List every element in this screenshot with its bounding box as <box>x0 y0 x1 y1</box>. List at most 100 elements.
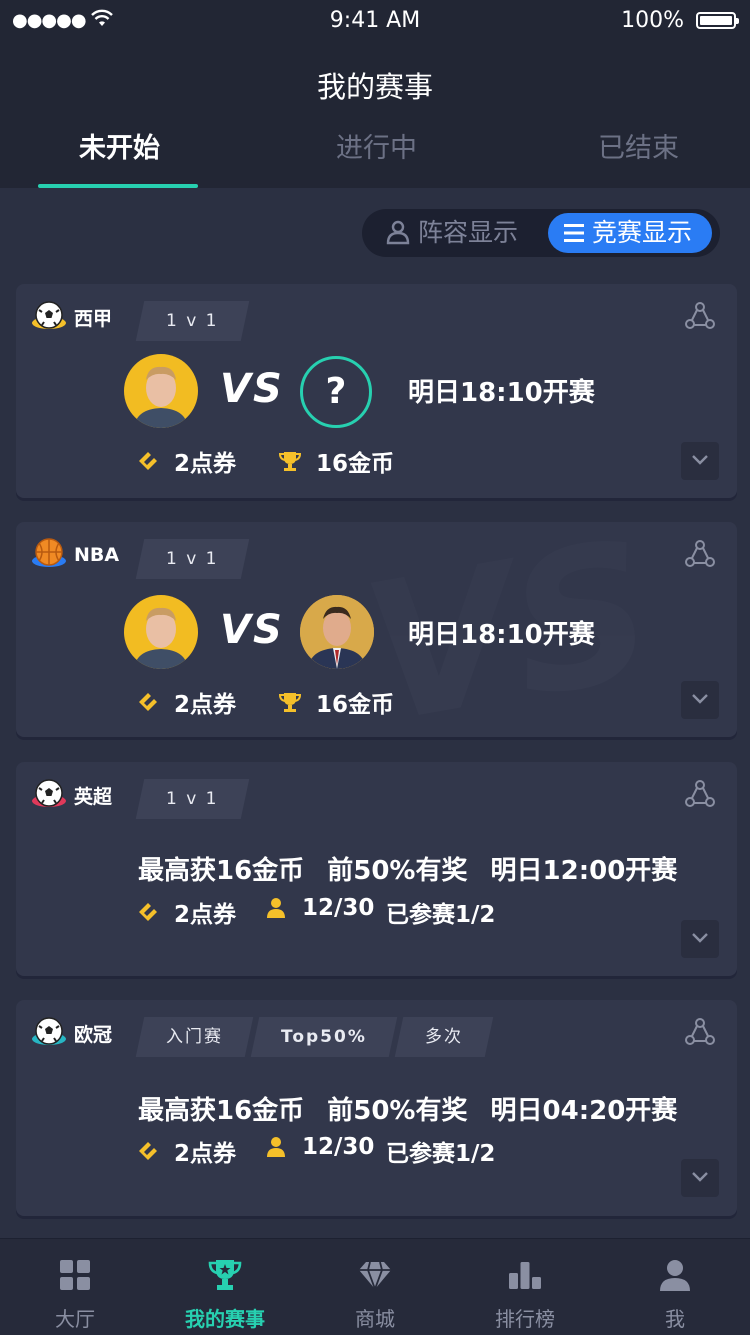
reward: 16金币 <box>278 685 394 719</box>
max-reward: 最高获16金币 <box>138 1096 305 1126</box>
tag-label: 入门赛 <box>166 1027 223 1047</box>
tag: 1 v 1 <box>135 301 249 341</box>
league: 英超 <box>30 776 112 814</box>
expand-button[interactable] <box>681 442 719 480</box>
league-name: 英超 <box>74 785 113 808</box>
opponent-avatar[interactable] <box>300 595 374 669</box>
chevron-down-icon <box>692 455 708 465</box>
tag: 1 v 1 <box>135 539 249 579</box>
prize-ratio: 前50%有奖 <box>327 1096 468 1126</box>
ticket-icon <box>139 1142 157 1160</box>
nav-leaderboard[interactable]: 排行榜 <box>450 1239 600 1335</box>
max-reward: 最高获16金币 <box>138 856 305 886</box>
tag-group: 1 v 1 <box>135 539 251 579</box>
league-name: 西甲 <box>74 307 113 330</box>
league: 欧冠 <box>30 1014 112 1052</box>
start-time: 明日12:00开赛 <box>490 856 678 886</box>
contest-card[interactable]: 欧冠 入门赛 Top50% 多次 最高获16金币 前50%有奖 明日04:20开… <box>16 1000 737 1216</box>
player-avatar[interactable] <box>124 595 198 669</box>
tab-finished[interactable]: 已结束 <box>598 126 679 165</box>
league-name: 欧冠 <box>74 1023 113 1046</box>
battery-icon <box>696 12 739 29</box>
expand-button[interactable] <box>681 681 719 719</box>
tag-group: 1 v 1 <box>135 301 251 341</box>
trophy-icon <box>278 452 302 471</box>
league-name: NBA <box>74 544 120 566</box>
match-card[interactable]: VS NBA 1 v 1 VS 明日18:10开赛 2点券 16金币 <box>16 522 737 737</box>
user-icon <box>267 1137 285 1157</box>
joined-count: 已参赛1/2 <box>386 902 496 928</box>
nav-lobby[interactable]: 大厅 <box>0 1239 150 1335</box>
tag-group: 1 v 1 <box>135 779 251 819</box>
prize-ratio: 前50%有奖 <box>327 856 468 886</box>
tab-bar: 未开始 进行中 已结束 <box>0 118 750 188</box>
contest-card[interactable]: 英超 1 v 1 最高获16金币 前50%有奖 明日12:00开赛 2点券 12… <box>16 762 737 976</box>
tag: Top50% <box>250 1017 398 1057</box>
nav-profile[interactable]: 我 <box>600 1239 750 1335</box>
view-toggle: 阵容显示 竞赛显示 <box>362 209 720 257</box>
tag-label: 1 v 1 <box>166 789 219 809</box>
ticket-icon <box>139 693 157 711</box>
share-icon[interactable] <box>685 301 715 331</box>
expand-button[interactable] <box>681 920 719 958</box>
tab-in-progress[interactable]: 进行中 <box>336 126 417 165</box>
nav-my-matches[interactable]: 我的赛事 <box>150 1239 300 1335</box>
chevron-down-icon <box>692 694 708 704</box>
participant-count: 12/30 <box>302 1134 375 1160</box>
match-card[interactable]: 西甲 1 v 1 VS ? 明日18:10开赛 2点券 16金币 <box>16 284 737 498</box>
battery-percent: 100% <box>621 8 684 33</box>
tag-label: 1 v 1 <box>166 549 219 569</box>
joined-count: 已参赛1/2 <box>386 1141 496 1167</box>
chevron-down-icon <box>692 1172 708 1182</box>
header: ●●●●● 9:41 AM 100% 我的赛事 未开始 进行中 已结束 <box>0 0 750 188</box>
reward-label: 16金币 <box>316 692 395 718</box>
ticket-label: 2点券 <box>174 692 237 718</box>
lineup-view-button[interactable]: 阵容显示 <box>384 209 518 257</box>
league: NBA <box>30 536 119 574</box>
vs-label: VS <box>220 607 284 653</box>
share-icon[interactable] <box>685 539 715 569</box>
start-time: 明日18:10开赛 <box>408 620 595 650</box>
participants: 12/30 <box>264 1134 374 1160</box>
user-icon <box>660 1260 690 1291</box>
unknown-opponent[interactable]: ? <box>300 356 372 428</box>
tag-label: Top50% <box>281 1027 367 1047</box>
tab-not-started[interactable]: 未开始 <box>79 126 160 165</box>
grid-icon <box>60 1260 90 1290</box>
lineup-icon <box>386 220 410 245</box>
list-icon <box>564 224 584 242</box>
ticket-cost: 2点券 <box>136 1134 236 1168</box>
ticket-label: 2点券 <box>174 902 237 928</box>
basketball-icon <box>30 536 68 574</box>
user-icon <box>267 898 285 918</box>
contest-view-button[interactable]: 竞赛显示 <box>548 213 713 253</box>
tag-label: 1 v 1 <box>166 311 219 331</box>
nav-store[interactable]: 商城 <box>300 1239 450 1335</box>
expand-button[interactable] <box>681 1159 719 1197</box>
contest-view-label: 竞赛显示 <box>592 218 693 247</box>
tag: 入门赛 <box>135 1017 254 1057</box>
reward-label: 16金币 <box>316 451 395 477</box>
start-time: 明日18:10开赛 <box>408 378 595 408</box>
nav-label: 我 <box>665 1307 685 1331</box>
share-icon[interactable] <box>685 1017 715 1047</box>
reward: 16金币 <box>278 444 394 478</box>
chevron-down-icon <box>692 933 708 943</box>
ticket-icon <box>139 452 157 470</box>
nav-label: 大厅 <box>55 1307 95 1331</box>
lineup-view-label: 阵容显示 <box>418 218 519 247</box>
player-avatar[interactable] <box>124 354 198 428</box>
soccer-ball-icon <box>30 776 68 814</box>
page-title: 我的赛事 <box>316 70 433 104</box>
trophy-icon <box>278 693 302 712</box>
ticket-cost: 2点券 <box>136 444 236 478</box>
league: 西甲 <box>30 298 112 336</box>
contest-summary: 最高获16金币 前50%有奖 明日04:20开赛 <box>138 1090 691 1127</box>
vs-label: VS <box>220 366 284 412</box>
tag: 1 v 1 <box>135 779 249 819</box>
nav-label: 我的赛事 <box>185 1307 265 1331</box>
share-icon[interactable] <box>685 779 715 809</box>
soccer-ball-icon <box>30 1014 68 1052</box>
participant-count: 12/30 <box>302 895 375 921</box>
tag-label: 多次 <box>424 1027 463 1047</box>
